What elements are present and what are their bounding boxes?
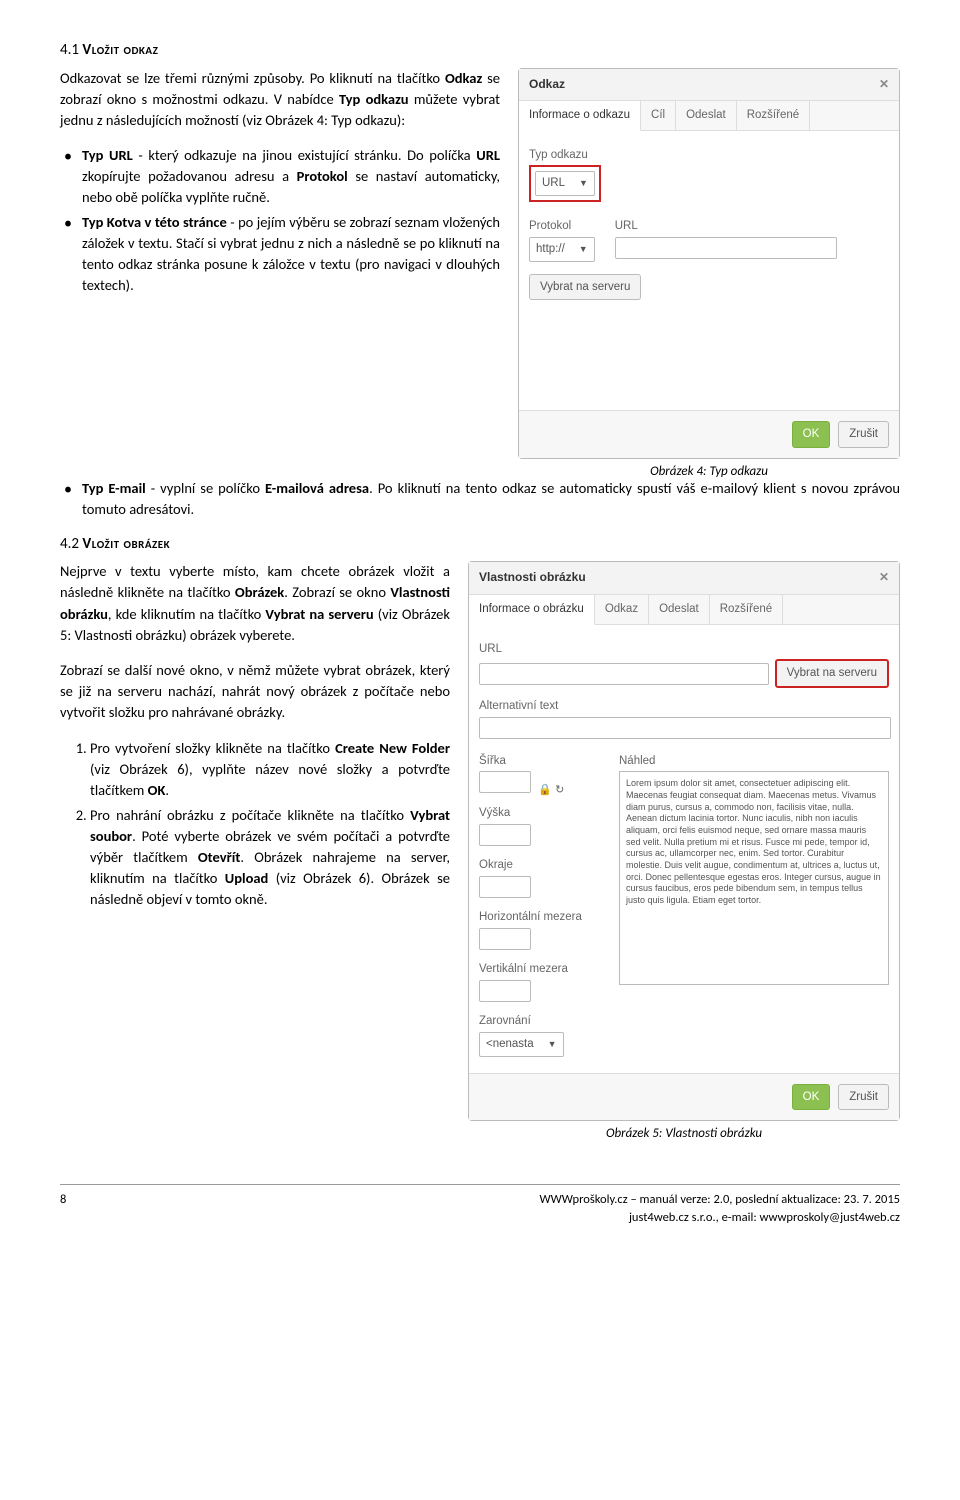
- alt-label: Alternativní text: [479, 698, 889, 715]
- para-2: Nejprve v textu vyberte místo, kam chcet…: [60, 561, 450, 645]
- vmezera-input[interactable]: [479, 980, 531, 1002]
- figure-caption-2: Obrázek 5: Vlastnosti obrázku: [606, 1125, 762, 1144]
- hmezera-input[interactable]: [479, 928, 531, 950]
- server-button[interactable]: Vybrat na serveru: [529, 274, 641, 301]
- zarovnani-select[interactable]: <nenasta▼: [479, 1032, 564, 1057]
- cancel-button[interactable]: Zrušit: [838, 421, 889, 448]
- ok-button[interactable]: OK: [792, 1084, 831, 1111]
- lock-icon[interactable]: 🔒 ↻: [538, 784, 564, 796]
- tab-rozsirene[interactable]: Rozšířené: [737, 101, 810, 130]
- okraje-label: Okraje: [479, 857, 609, 874]
- section-heading-2: 4.2 Vložit obrázek: [60, 534, 900, 556]
- ok-button[interactable]: OK: [792, 421, 831, 448]
- section-title: Vložit odkaz: [82, 41, 158, 59]
- page-number: 8: [60, 1191, 66, 1227]
- close-icon[interactable]: ✕: [879, 76, 889, 93]
- figure-2: Vlastnosti obrázku ✕ Informace o obrázku…: [468, 561, 900, 1144]
- chevron-down-icon: ▼: [579, 177, 588, 190]
- section-num: 4.1: [60, 41, 79, 59]
- tab-odeslat[interactable]: Odeslat: [676, 101, 737, 130]
- footer-line1: WWWproškoly.cz – manuál verze: 2.0, posl…: [540, 1191, 900, 1209]
- sirka-label: Šířka: [479, 753, 609, 770]
- url-input[interactable]: [479, 663, 769, 685]
- tab-cil[interactable]: Cíl: [641, 101, 676, 130]
- zarovnani-label: Zarovnání: [479, 1013, 609, 1030]
- chevron-down-icon: ▼: [579, 243, 588, 256]
- section-heading-1: 4.1 Vložit odkaz: [60, 40, 900, 62]
- dialog-title: Odkaz: [529, 76, 565, 93]
- para-3: Zobrazí se další nové okno, v němž můžet…: [60, 660, 450, 723]
- tab-info[interactable]: Informace o odkazu: [519, 101, 641, 131]
- tab-odkaz[interactable]: Odkaz: [595, 595, 649, 624]
- tab-odeslat[interactable]: Odeslat: [649, 595, 710, 624]
- vyska-label: Výška: [479, 805, 609, 822]
- para-1: Odkazovat se lze třemi různými způsoby. …: [60, 68, 500, 131]
- alt-input[interactable]: [479, 717, 891, 739]
- tab-rozsirene[interactable]: Rozšířené: [710, 595, 783, 624]
- chevron-down-icon: ▼: [548, 1038, 557, 1051]
- vmezera-label: Vertikální mezera: [479, 961, 609, 978]
- list-item: Typ E-mail - vyplní se políčko E-mailová…: [82, 478, 900, 520]
- list-item: Pro nahrání obrázku z počítače klikněte …: [90, 805, 450, 910]
- nahled-label: Náhled: [619, 753, 889, 770]
- type-select[interactable]: URL▼: [535, 171, 595, 196]
- okraje-input[interactable]: [479, 876, 531, 898]
- protokol-label: Protokol: [529, 218, 595, 235]
- type-highlight: URL▼: [529, 165, 601, 202]
- numbered-list: Pro vytvoření složky klikněte na tlačítk…: [60, 738, 450, 910]
- url-input[interactable]: [615, 237, 837, 259]
- list-item: Typ Kotva v této stránce - po jejím výbě…: [82, 212, 500, 296]
- list-item: Typ URL - který odkazuje na jinou existu…: [82, 145, 500, 208]
- list-item: Pro vytvoření složky klikněte na tlačítk…: [90, 738, 450, 801]
- figure-1: Odkaz ✕ Informace o odkazu Cíl Odeslat R…: [518, 68, 900, 482]
- dialog-odkaz: Odkaz ✕ Informace o odkazu Cíl Odeslat R…: [518, 68, 900, 459]
- bullets-1: Typ URL - který odkazuje na jinou existu…: [60, 145, 500, 296]
- preview-box: Lorem ipsum dolor sit amet, consectetuer…: [619, 771, 889, 985]
- dialog-vlastnosti: Vlastnosti obrázku ✕ Informace o obrázku…: [468, 561, 900, 1121]
- tab-info[interactable]: Informace o obrázku: [469, 595, 595, 625]
- vyska-input[interactable]: [479, 824, 531, 846]
- dialog-title: Vlastnosti obrázku: [479, 569, 586, 586]
- type-label: Typ odkazu: [529, 147, 889, 164]
- footer-line2: just4web.cz s.r.o., e-mail: wwwproskoly@…: [540, 1209, 900, 1227]
- section-num: 4.2: [60, 535, 79, 553]
- section-title: Vložit obrázek: [82, 535, 170, 553]
- sirka-input[interactable]: [479, 771, 531, 793]
- close-icon[interactable]: ✕: [879, 569, 889, 586]
- protokol-select[interactable]: http://▼: [529, 237, 595, 262]
- server-button[interactable]: Vybrat na serveru: [775, 659, 889, 688]
- page-footer: 8 WWWproškoly.cz – manuál verze: 2.0, po…: [60, 1184, 900, 1227]
- cancel-button[interactable]: Zrušit: [838, 1084, 889, 1111]
- url-label: URL: [615, 218, 889, 235]
- bullets-1-cont: Typ E-mail - vyplní se políčko E-mailová…: [60, 478, 900, 520]
- hmezera-label: Horizontální mezera: [479, 909, 609, 926]
- url-label: URL: [479, 641, 889, 658]
